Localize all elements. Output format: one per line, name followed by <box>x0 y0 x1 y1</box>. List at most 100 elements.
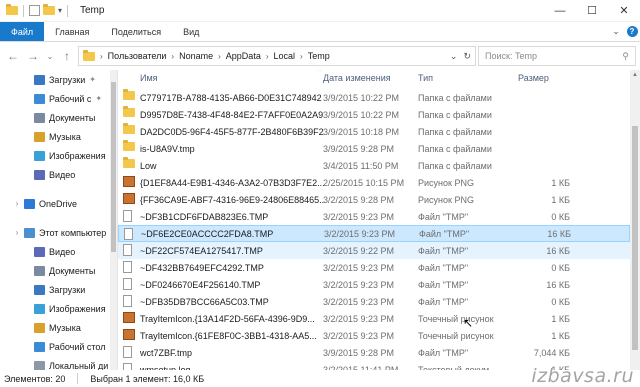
minimize-button[interactable]: — <box>544 0 576 22</box>
file-row[interactable]: Low 3/4/2015 11:50 PM Папка с файлами <box>118 157 630 174</box>
breadcrumb-users[interactable]: Пользователи <box>108 51 167 61</box>
maximize-button[interactable]: ☐ <box>576 0 608 22</box>
up-button[interactable]: ↑ <box>58 46 76 66</box>
forward-button[interactable]: → <box>24 46 42 66</box>
sidebar-item[interactable]: Рабочий с ✦ <box>0 89 117 108</box>
computer-icon <box>24 227 35 238</box>
file-size: 7,044 КБ <box>533 347 570 358</box>
file-row[interactable]: ~DF3B1CDF6FDAB823E6.TMP 3/2/2015 9:23 PM Ф… <box>118 208 630 225</box>
customize-toolbar-icon[interactable]: ▾ <box>58 6 62 15</box>
sidebar-item-label: Документы <box>49 265 96 276</box>
sidebar-item[interactable]: Изображения <box>0 146 117 165</box>
file-row[interactable]: {FF36CA9E-ABF7-4316-96E9-24806E88465... 3… <box>118 191 630 208</box>
pin-icon: ✦ <box>95 94 103 103</box>
file-type: Рисунок PNG <box>418 177 474 188</box>
sidebar-item[interactable]: › Этот компьютер <box>0 223 117 242</box>
sidebar-item[interactable]: Загрузки <box>0 280 117 299</box>
file-date: 3/2/2015 9:23 PM <box>323 296 395 307</box>
bitmap-icon <box>123 312 135 324</box>
file-scroll-thumb[interactable] <box>632 126 638 350</box>
address-bar[interactable]: › Пользователи › Noname › AppData › Loca… <box>78 46 476 66</box>
downloads-icon <box>34 284 45 295</box>
nav-scroll-thumb[interactable] <box>111 82 116 252</box>
file-row[interactable]: ~DF0246670E4F256140.TMP 3/2/2015 9:23 PM Ф… <box>118 276 630 293</box>
file-row[interactable]: TrayItemIcon.{13A14F2D-56FA-4396-9D9... 3… <box>118 310 630 327</box>
sidebar-item[interactable]: Документы <box>0 261 117 280</box>
breadcrumb-noname[interactable]: Noname <box>179 51 213 61</box>
watermark: izbavsa.ru <box>531 365 634 387</box>
breadcrumb-temp[interactable]: Temp <box>308 51 330 61</box>
column-header-date[interactable]: Дата изменения <box>323 73 391 83</box>
tab-share[interactable]: Поделиться <box>100 22 172 41</box>
sidebar-item-label: Музыка <box>49 322 81 333</box>
new-folder-icon[interactable] <box>43 4 55 15</box>
file-size: 1 КБ <box>551 313 570 324</box>
folder-icon-shape <box>123 157 135 168</box>
expand-ribbon-icon[interactable]: ⌄ <box>608 22 624 41</box>
folder-icon <box>83 49 95 61</box>
chevron-right-icon[interactable]: › <box>100 52 103 61</box>
sidebar-item[interactable]: Рабочий стол <box>0 337 117 356</box>
sidebar-item[interactable]: › OneDrive <box>0 194 117 213</box>
file-date: 2/25/2015 10:15 PM <box>323 177 405 188</box>
sidebar-item[interactable]: Изображения <box>0 299 117 318</box>
file-row[interactable]: ~DF22CF574EA1275417.TMP 3/2/2015 9:22 PM Ф… <box>118 242 630 259</box>
close-button[interactable]: ✕ <box>608 0 640 22</box>
file-row[interactable]: ~DF6E2CE0ACCCC2FDA8.TMP 3/2/2015 9:23 PM Ф… <box>118 225 630 242</box>
file-list-scrollbar[interactable]: ▲ <box>630 70 640 370</box>
chevron-right-icon[interactable]: › <box>12 228 22 237</box>
search-input[interactable]: Поиск: Temp ⚲ <box>478 46 636 66</box>
file-row[interactable]: is-U8A9V.tmp 3/9/2015 9:28 PM Папка с файл… <box>118 140 630 157</box>
file-size: 16 КБ <box>547 228 571 239</box>
sidebar-item[interactable]: Локальный ди <box>0 356 117 370</box>
scroll-up-icon[interactable]: ▲ <box>630 70 640 80</box>
file-row[interactable]: ~DFB35DB7BCC66A5C03.TMP 3/2/2015 9:23 PM Ф… <box>118 293 630 310</box>
tab-home[interactable]: Главная <box>44 22 100 41</box>
downloads-icon <box>34 74 45 85</box>
sidebar-item[interactable]: Музыка <box>0 127 117 146</box>
column-header-type[interactable]: Тип <box>418 73 433 83</box>
file-row[interactable]: C779717B-A788-4135-AB66-D0E31C748942 3/9/… <box>118 89 630 106</box>
folder-icon <box>123 89 135 103</box>
chevron-right-icon[interactable]: › <box>218 52 221 61</box>
file-icon-shape <box>123 295 132 307</box>
sidebar-item[interactable]: Видео <box>0 165 117 184</box>
column-header-size[interactable]: Размер <box>518 73 549 83</box>
refresh-icon[interactable]: ↻ <box>463 51 471 62</box>
chevron-right-icon[interactable]: › <box>300 52 303 61</box>
column-header-name[interactable]: Имя <box>140 73 158 83</box>
desktop-icon <box>34 93 45 104</box>
chevron-right-icon[interactable]: › <box>12 199 22 208</box>
sidebar-item[interactable]: Документы <box>0 108 117 127</box>
image-icon-shape <box>123 176 135 187</box>
file-name: ~DF6E2CE0ACCCC2FDA8.TMP <box>141 228 274 239</box>
file-type: Рисунок PNG <box>418 194 474 205</box>
status-separator <box>77 373 79 384</box>
folder-icon-shape <box>123 106 135 117</box>
breadcrumb-local[interactable]: Local <box>274 51 296 61</box>
help-button[interactable]: ? <box>624 22 640 41</box>
tab-view[interactable]: Вид <box>172 22 210 41</box>
file-row[interactable]: wct7ZBF.tmp 3/9/2015 9:28 PM Файл "TMP" 7,0… <box>118 344 630 361</box>
breadcrumb-appdata[interactable]: AppData <box>226 51 261 61</box>
nav-scrollbar[interactable] <box>110 70 117 370</box>
file-row[interactable]: {D1EF8A44-E9B1-4346-A3A2-07B3D3F7E2... 2/… <box>118 174 630 191</box>
recent-locations-button[interactable]: ⌄ <box>44 46 56 66</box>
file-row[interactable]: DA2DC0D5-96F4-45F5-877F-2B480F6B39F2 3/9/… <box>118 123 630 140</box>
file-row[interactable]: ~DF432BB7649EFC4292.TMP 3/2/2015 9:23 PM Ф… <box>118 259 630 276</box>
sidebar-item[interactable]: Музыка <box>0 318 117 337</box>
address-dropdown-icon[interactable]: ⌄ <box>450 51 458 62</box>
file-row[interactable]: D9957D8E-7438-4F48-84E2-F7AFF0E0A2A9 3/9/… <box>118 106 630 123</box>
forward-arrow-icon: → <box>27 49 39 63</box>
chevron-right-icon[interactable]: › <box>266 52 269 61</box>
file-row[interactable]: TrayItemIcon.{61FE8F0C-3BB1-4318-AA5... 3… <box>118 327 630 344</box>
file-icon-shape <box>123 244 132 256</box>
properties-icon[interactable] <box>29 5 40 16</box>
back-arrow-icon: ← <box>7 49 19 63</box>
back-button[interactable]: ← <box>4 46 22 66</box>
sidebar-item[interactable]: Загрузки ✦ <box>0 70 117 89</box>
file-size: 16 КБ <box>546 245 570 256</box>
chevron-right-icon[interactable]: › <box>171 52 174 61</box>
sidebar-item[interactable]: Видео <box>0 242 117 261</box>
tab-file[interactable]: Файл <box>0 22 45 41</box>
